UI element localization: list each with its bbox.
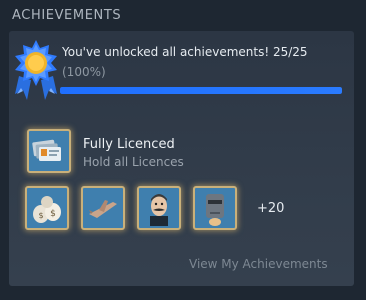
featured-achievement-description: Hold all Licences	[83, 155, 184, 169]
achievement-progress-bar	[60, 87, 342, 94]
achievement-tile-1[interactable]: $ $	[25, 186, 69, 230]
progress-fill	[60, 87, 342, 94]
svg-text:$: $	[50, 209, 56, 219]
achievement-percent: (100%)	[62, 65, 106, 79]
svg-text:$: $	[38, 211, 43, 220]
featured-achievement-title: Fully Licenced	[83, 137, 175, 152]
featured-achievement-tile[interactable]	[27, 129, 71, 173]
view-my-achievements-link[interactable]: View My Achievements	[189, 257, 328, 271]
more-achievements-count: +20	[257, 201, 285, 216]
airplane-icon	[89, 200, 117, 218]
medal-icon	[9, 38, 63, 106]
achievement-tile-4[interactable]	[193, 186, 237, 230]
mustache-man-icon	[150, 194, 168, 226]
money-bags-icon: $ $	[33, 196, 61, 223]
achievement-tile-2[interactable]	[81, 186, 125, 230]
section-title: ACHIEVEMENTS	[12, 8, 122, 23]
achievement-summary-text: You've unlocked all achievements! 25/25	[62, 45, 308, 59]
achievement-tile-3[interactable]	[137, 186, 181, 230]
robot-head-icon	[206, 194, 224, 226]
licence-cards-icon	[32, 139, 61, 161]
